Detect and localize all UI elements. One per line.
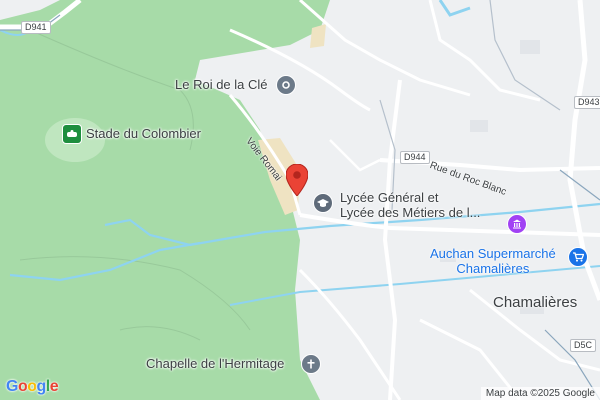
road-badge-d943: D943 xyxy=(574,96,600,109)
building-icon-glyph xyxy=(282,81,290,89)
museum-icon-glyph xyxy=(513,219,521,229)
shopping-cart-glyph xyxy=(572,252,584,262)
city-label-chamalieres[interactable]: Chamalières xyxy=(493,294,577,311)
place-label-auchan[interactable]: Auchan Supermarché Chamalières xyxy=(430,246,556,276)
lycee-line2: Lycée des Métiers de l... xyxy=(340,205,481,220)
map-attribution[interactable]: Map data ©2025 Google xyxy=(480,387,600,400)
church-icon[interactable] xyxy=(301,354,321,374)
auchan-line2: Chamalières xyxy=(456,261,530,276)
building-icon[interactable] xyxy=(276,75,296,95)
google-logo-letter: g xyxy=(36,378,47,395)
museum-icon[interactable] xyxy=(507,214,527,234)
google-logo-letter: e xyxy=(49,378,59,395)
lycee-line1: Lycée Général et xyxy=(340,190,439,205)
map-view[interactable]: D941 D943 D944 D5C Voie Romai Rue du Roc… xyxy=(0,0,600,400)
google-logo: Google xyxy=(6,378,59,396)
road-badge-d941: D941 xyxy=(21,21,51,34)
place-label-stade-du-colombier[interactable]: Stade du Colombier xyxy=(86,126,201,141)
google-logo-letter: o xyxy=(27,378,37,395)
stadium-icon[interactable] xyxy=(62,124,82,144)
shopping-cart-icon[interactable] xyxy=(568,247,588,267)
road-badge-d5c: D5C xyxy=(570,339,597,352)
place-label-roi-de-la-cle[interactable]: Le Roi de la Clé xyxy=(175,77,268,92)
school-icon[interactable] xyxy=(313,193,333,213)
map-base-layer xyxy=(0,0,600,400)
building-block xyxy=(520,40,540,54)
auchan-line1: Auchan Supermarché xyxy=(430,246,556,261)
stadium-icon-glyph xyxy=(67,130,77,137)
cross-glyph xyxy=(307,359,315,369)
building-block xyxy=(470,120,488,132)
graduation-cap-glyph xyxy=(317,199,329,207)
location-pin-icon[interactable] xyxy=(286,164,308,196)
place-label-lycee[interactable]: Lycée Général et Lycée des Métiers de l.… xyxy=(340,190,480,220)
google-logo-letter: o xyxy=(17,378,28,395)
place-label-chapelle[interactable]: Chapelle de l'Hermitage xyxy=(146,356,284,371)
road-badge-d944: D944 xyxy=(400,151,430,164)
google-logo-letter: G xyxy=(6,378,18,395)
